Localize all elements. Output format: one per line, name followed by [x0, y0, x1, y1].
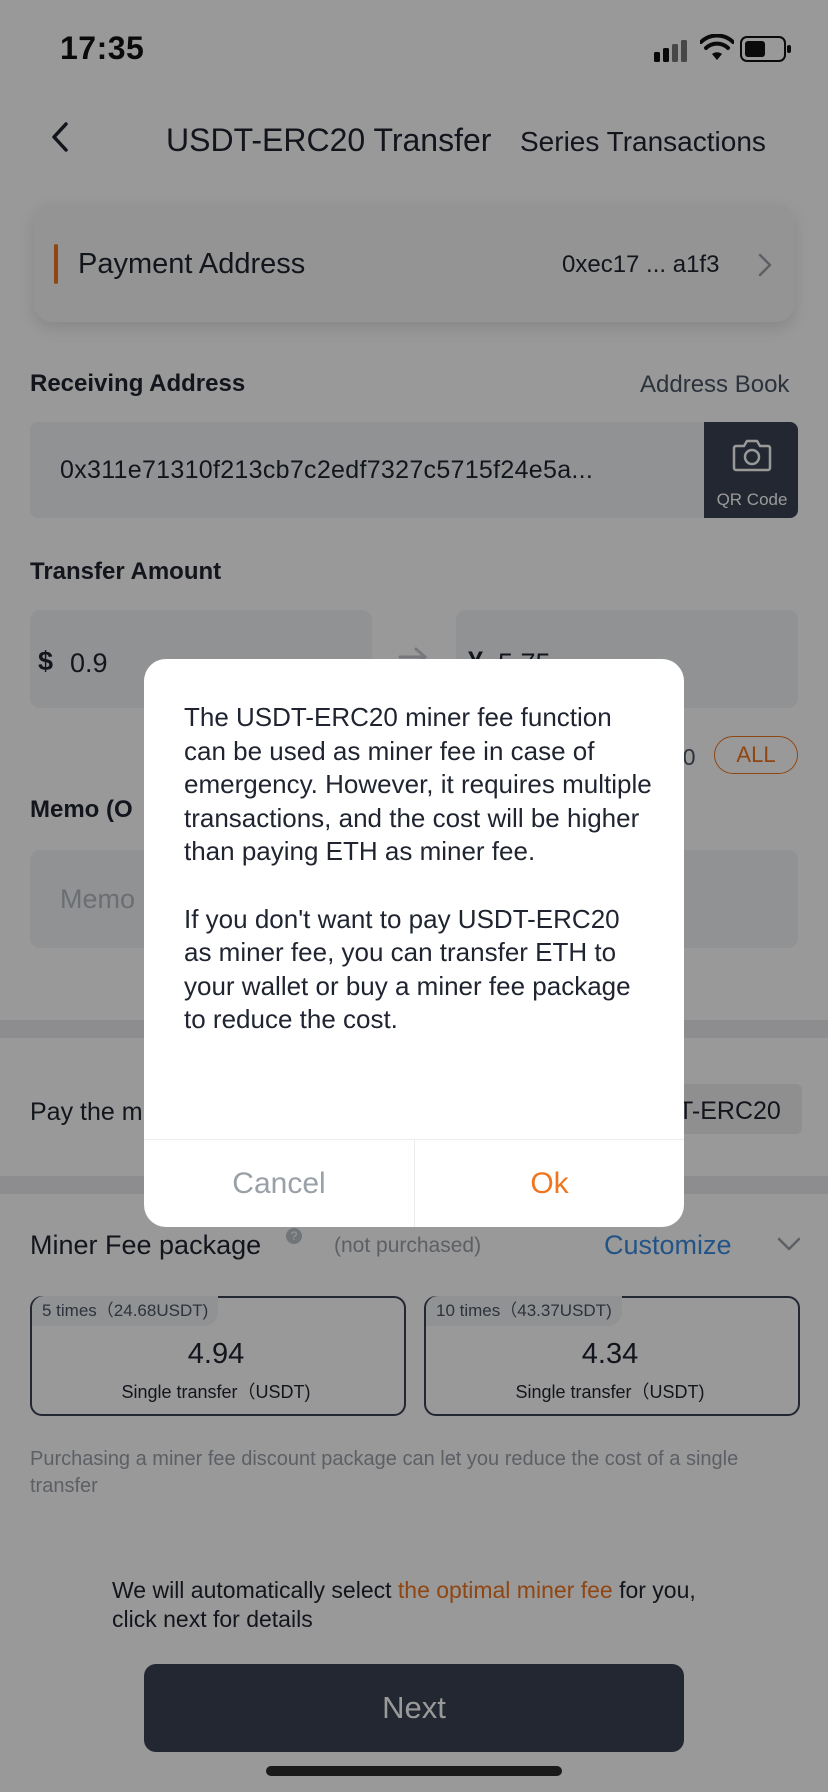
- miner-fee-alert-dialog: The USDT-ERC20 miner fee function can be…: [144, 659, 684, 1227]
- dialog-paragraph: The USDT-ERC20 miner fee function can be…: [184, 702, 652, 866]
- ok-button[interactable]: Ok: [415, 1140, 684, 1227]
- dialog-message: The USDT-ERC20 miner fee function can be…: [184, 701, 654, 1037]
- cancel-button[interactable]: Cancel: [144, 1140, 414, 1227]
- dialog-paragraph: If you don't want to pay USDT-ERC20 as m…: [184, 903, 631, 1035]
- home-indicator: [266, 1766, 562, 1776]
